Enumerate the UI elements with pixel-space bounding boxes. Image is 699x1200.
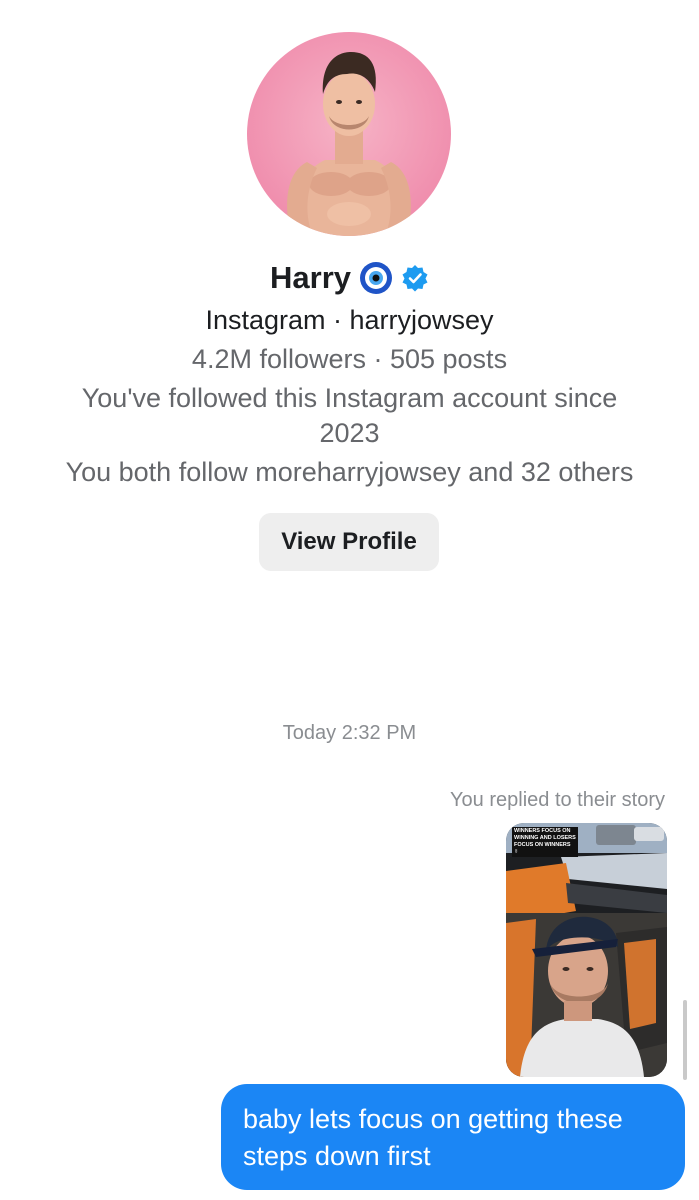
view-profile-button[interactable]: View Profile — [259, 513, 439, 571]
profile-name: Harry — [270, 260, 351, 295]
followed-since-line: You've followed this Instagram account s… — [81, 383, 618, 413]
story-thumbnail[interactable]: WINNERS FOCUS ON WINNING AND LOSERS FOCU… — [506, 823, 667, 1077]
verified-badge-icon — [401, 264, 429, 292]
profile-avatar[interactable] — [247, 32, 451, 236]
sent-message-bubble[interactable]: baby lets focus on getting these steps d… — [221, 1084, 685, 1190]
scrollbar[interactable] — [683, 1000, 687, 1080]
mutual-followers-line: You both follow moreharryjowsey and 32 o… — [65, 457, 634, 487]
story-caption: WINNERS FOCUS ON WINNING AND LOSERS FOCU… — [512, 827, 578, 857]
story-reply-context: You replied to their story — [450, 789, 665, 811]
story-image — [506, 823, 667, 1077]
profile-name-row: Harry — [0, 256, 699, 300]
profile-photo-art — [287, 52, 413, 236]
platform-line: Instagram · harryjowsey — [205, 305, 494, 335]
stats-line: 4.2M followers · 505 posts — [191, 344, 508, 374]
followed-since-year: 2023 — [319, 418, 380, 448]
message-timestamp: Today 2:32 PM — [282, 722, 417, 744]
nazar-emoji — [359, 261, 393, 295]
